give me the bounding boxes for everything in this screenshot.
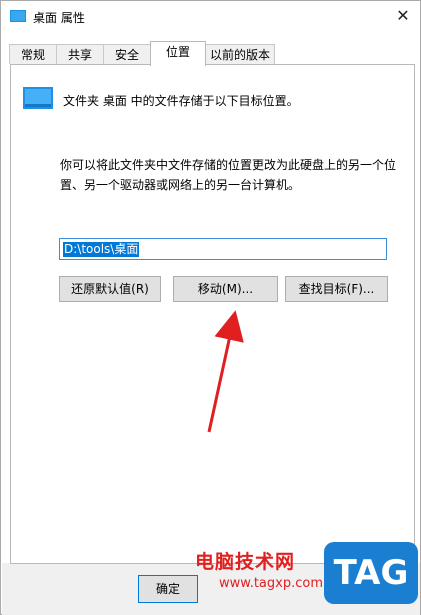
- watermark-site-name: 电脑技术网: [195, 551, 296, 573]
- tab-previous-versions[interactable]: 以前的版本: [205, 44, 275, 64]
- tag-logo: TAG: [324, 542, 418, 604]
- tab-sharing[interactable]: 共享: [56, 44, 104, 64]
- location-info-text: 你可以将此文件夹中文件存储的位置更改为此硬盘上的另一个位置、另一个驱动器或网络上…: [60, 158, 397, 192]
- close-icon: ✕: [396, 6, 410, 25]
- location-panel: 文件夹 桌面 中的文件存储于以下目标位置。 你可以将此文件夹中文件存储的位置更改…: [10, 64, 415, 564]
- title-bar[interactable]: 桌面 属性 ✕: [1, 1, 420, 33]
- tab-security[interactable]: 安全: [103, 44, 151, 64]
- location-description: 文件夹 桌面 中的文件存储于以下目标位置。: [63, 94, 299, 108]
- find-target-button[interactable]: 查找目标(F)...: [285, 276, 388, 302]
- tab-location[interactable]: 位置: [150, 41, 206, 66]
- watermark-url: www.tagxp.com: [219, 576, 323, 591]
- restore-default-button[interactable]: 还原默认值(R): [59, 276, 161, 302]
- ok-button[interactable]: 确定: [138, 575, 198, 603]
- properties-dialog: 桌面 属性 ✕ 常规 共享 安全 位置 以前的版本 文件夹 桌面 中的文件存储于…: [0, 0, 421, 615]
- tab-strip: 常规 共享 安全 位置 以前的版本: [9, 41, 414, 66]
- close-button[interactable]: ✕: [390, 5, 416, 27]
- tab-general[interactable]: 常规: [9, 44, 57, 64]
- desktop-folder-icon: [23, 87, 53, 109]
- move-button[interactable]: 移动(M)...: [173, 276, 278, 302]
- window-title: 桌面 属性: [33, 11, 85, 25]
- desktop-folder-icon: [10, 10, 26, 22]
- path-input[interactable]: D:\tools\桌面: [59, 238, 387, 260]
- path-value: D:\tools\桌面: [63, 242, 140, 257]
